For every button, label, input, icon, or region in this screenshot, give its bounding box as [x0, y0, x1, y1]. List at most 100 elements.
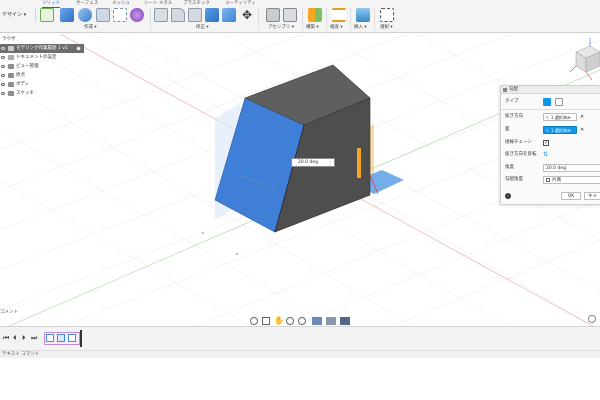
dialog-title-bar[interactable]: 勾配 [501, 86, 600, 94]
browser-item-named-views[interactable]: ビュー管理 [0, 62, 84, 71]
offset-plane-icon[interactable] [308, 8, 322, 22]
browser-item-bodies[interactable]: ボディ [0, 80, 84, 89]
tab-solid[interactable]: ソリッド [42, 0, 60, 8]
visibility-icon[interactable] [1, 74, 5, 77]
combine-icon[interactable] [222, 8, 236, 22]
faces-selector[interactable]: ↖ 1 選択済み [543, 126, 577, 134]
type-row: タイプ [505, 97, 600, 107]
play-icon[interactable]: ⏵ [22, 334, 26, 343]
browser-item-history[interactable]: モデリング作業履歴 1 v1 [0, 44, 84, 53]
grid-settings-icon[interactable] [326, 317, 336, 325]
assemble-group-label[interactable]: アセンブリ ▾ [268, 24, 294, 30]
browser-item-label: ビュー管理 [16, 64, 39, 69]
angle-field[interactable]: 20.0 deg [543, 164, 600, 172]
dialog-title: 勾配 [509, 87, 518, 92]
browser-item-sketches[interactable]: スケッチ [0, 89, 84, 98]
type-label: タイプ [505, 99, 519, 104]
visibility-icon[interactable] [1, 65, 5, 68]
flip-direction-label: 抜き方向を反転 [505, 152, 537, 157]
shell-icon[interactable] [205, 8, 219, 22]
pan-icon[interactable]: ✋ [274, 316, 284, 325]
visibility-icon[interactable] [1, 92, 5, 95]
ok-button[interactable]: OK [561, 192, 581, 200]
dialog-footer: i OK キャ [505, 192, 600, 202]
step-back-icon[interactable]: ⏴ [13, 334, 17, 343]
workspace-dropdown[interactable]: デザイン ▾ [0, 8, 36, 22]
tab-sheet-metal[interactable]: シート メタル [144, 0, 172, 7]
insert-group-label[interactable]: 挿入 ▾ [354, 24, 367, 30]
divider [150, 8, 151, 30]
tab-mesh[interactable]: メッシュ [112, 0, 130, 7]
activate-icon[interactable] [76, 46, 81, 51]
tab-utility[interactable]: ユーティリティ [225, 0, 256, 7]
parting-line-icon[interactable] [555, 98, 563, 106]
fixed-plane-icon[interactable] [543, 98, 551, 106]
comments-panel[interactable]: コメント [0, 309, 120, 317]
browser-item-label: ボディ [16, 82, 30, 87]
extrude-icon[interactable] [60, 8, 74, 22]
one-side-icon [546, 178, 550, 182]
extrude-feature-icon[interactable] [57, 334, 65, 342]
comments-label: コメント [0, 310, 18, 315]
tab-plastic[interactable]: プラスチック [183, 0, 210, 7]
browser-item-document-settings[interactable]: ドキュメントの設定 [0, 53, 84, 62]
parting-plane-select[interactable]: 片側 [543, 176, 600, 184]
info-icon[interactable]: i [505, 193, 511, 199]
component-icon [8, 46, 14, 51]
display-settings-icon[interactable] [312, 317, 322, 325]
clear-selection-icon[interactable]: ✕ [580, 125, 584, 135]
browser-item-origin[interactable]: 原点 [0, 71, 84, 80]
pull-direction-selector[interactable]: ↖ 1 選択済み [543, 113, 577, 121]
go-to-start-icon[interactable]: ⏮ [3, 334, 9, 343]
visibility-icon[interactable] [1, 83, 5, 86]
chamfer-icon[interactable] [188, 8, 202, 22]
pattern-icon[interactable] [113, 8, 127, 22]
tangent-chain-checkbox[interactable]: ✓ [543, 140, 549, 146]
create-group-label[interactable]: 作成 ▾ [84, 24, 97, 30]
tab-surface[interactable]: サーフェス [76, 0, 98, 7]
new-joint-icon[interactable] [266, 8, 280, 22]
zoom-icon[interactable] [286, 317, 294, 325]
sketch-feature-icon[interactable] [46, 334, 54, 342]
hole-icon[interactable] [96, 8, 110, 22]
browser-item-label: 原点 [16, 73, 25, 78]
fit-icon[interactable] [298, 317, 306, 325]
modify-group-label[interactable]: 修正 ▾ [196, 24, 209, 30]
divider [374, 8, 375, 30]
flip-icon[interactable]: ⇅ [543, 150, 548, 160]
inspect-group-label[interactable]: 検査 ▾ [330, 24, 343, 30]
press-pull-icon[interactable] [154, 8, 168, 22]
visibility-icon[interactable] [1, 56, 5, 59]
folder-icon [8, 82, 14, 87]
parting-plane-row: 勾配角度 片側 [505, 175, 600, 185]
visibility-icon[interactable] [1, 47, 5, 50]
text-command-bar[interactable]: テキスト コマンド [0, 350, 600, 358]
flip-direction-row: 抜き方向を反転 ⇅ [505, 150, 600, 160]
sketch-feature-icon[interactable] [68, 334, 76, 342]
go-to-end-icon[interactable]: ⏭ [31, 334, 37, 343]
faces-value: 1 選択済み [551, 128, 571, 133]
sphere-icon[interactable] [130, 8, 144, 22]
construct-group-label[interactable]: 構築 ▾ [306, 24, 319, 30]
fillet-icon[interactable] [171, 8, 185, 22]
faces-row: 面 ↖ 1 選択済み ✕ [505, 125, 600, 135]
cancel-button[interactable]: キャ [584, 192, 600, 200]
folder-icon [8, 73, 14, 78]
as-built-joint-icon[interactable] [283, 8, 297, 22]
revolve-icon[interactable] [78, 8, 92, 22]
select-icon[interactable] [380, 8, 394, 22]
select-group-label[interactable]: 選択 ▾ [380, 24, 393, 30]
clear-selection-icon[interactable]: ✕ [580, 112, 584, 122]
spinner-icon[interactable]: ⋮ [328, 159, 332, 167]
orbit-icon[interactable] [250, 317, 258, 325]
move-icon[interactable]: ✥ [240, 8, 254, 22]
divider [258, 8, 259, 30]
timeline-marker[interactable] [80, 330, 82, 347]
look-at-icon[interactable] [262, 317, 270, 325]
viewports-icon[interactable] [340, 317, 350, 325]
settings-icon[interactable] [588, 315, 596, 323]
angle-input-box[interactable]: 20.0 deg ⋮ [291, 158, 335, 167]
measure-icon[interactable] [332, 8, 346, 22]
insert-image-icon[interactable] [356, 8, 370, 22]
new-component-icon[interactable] [40, 8, 54, 22]
